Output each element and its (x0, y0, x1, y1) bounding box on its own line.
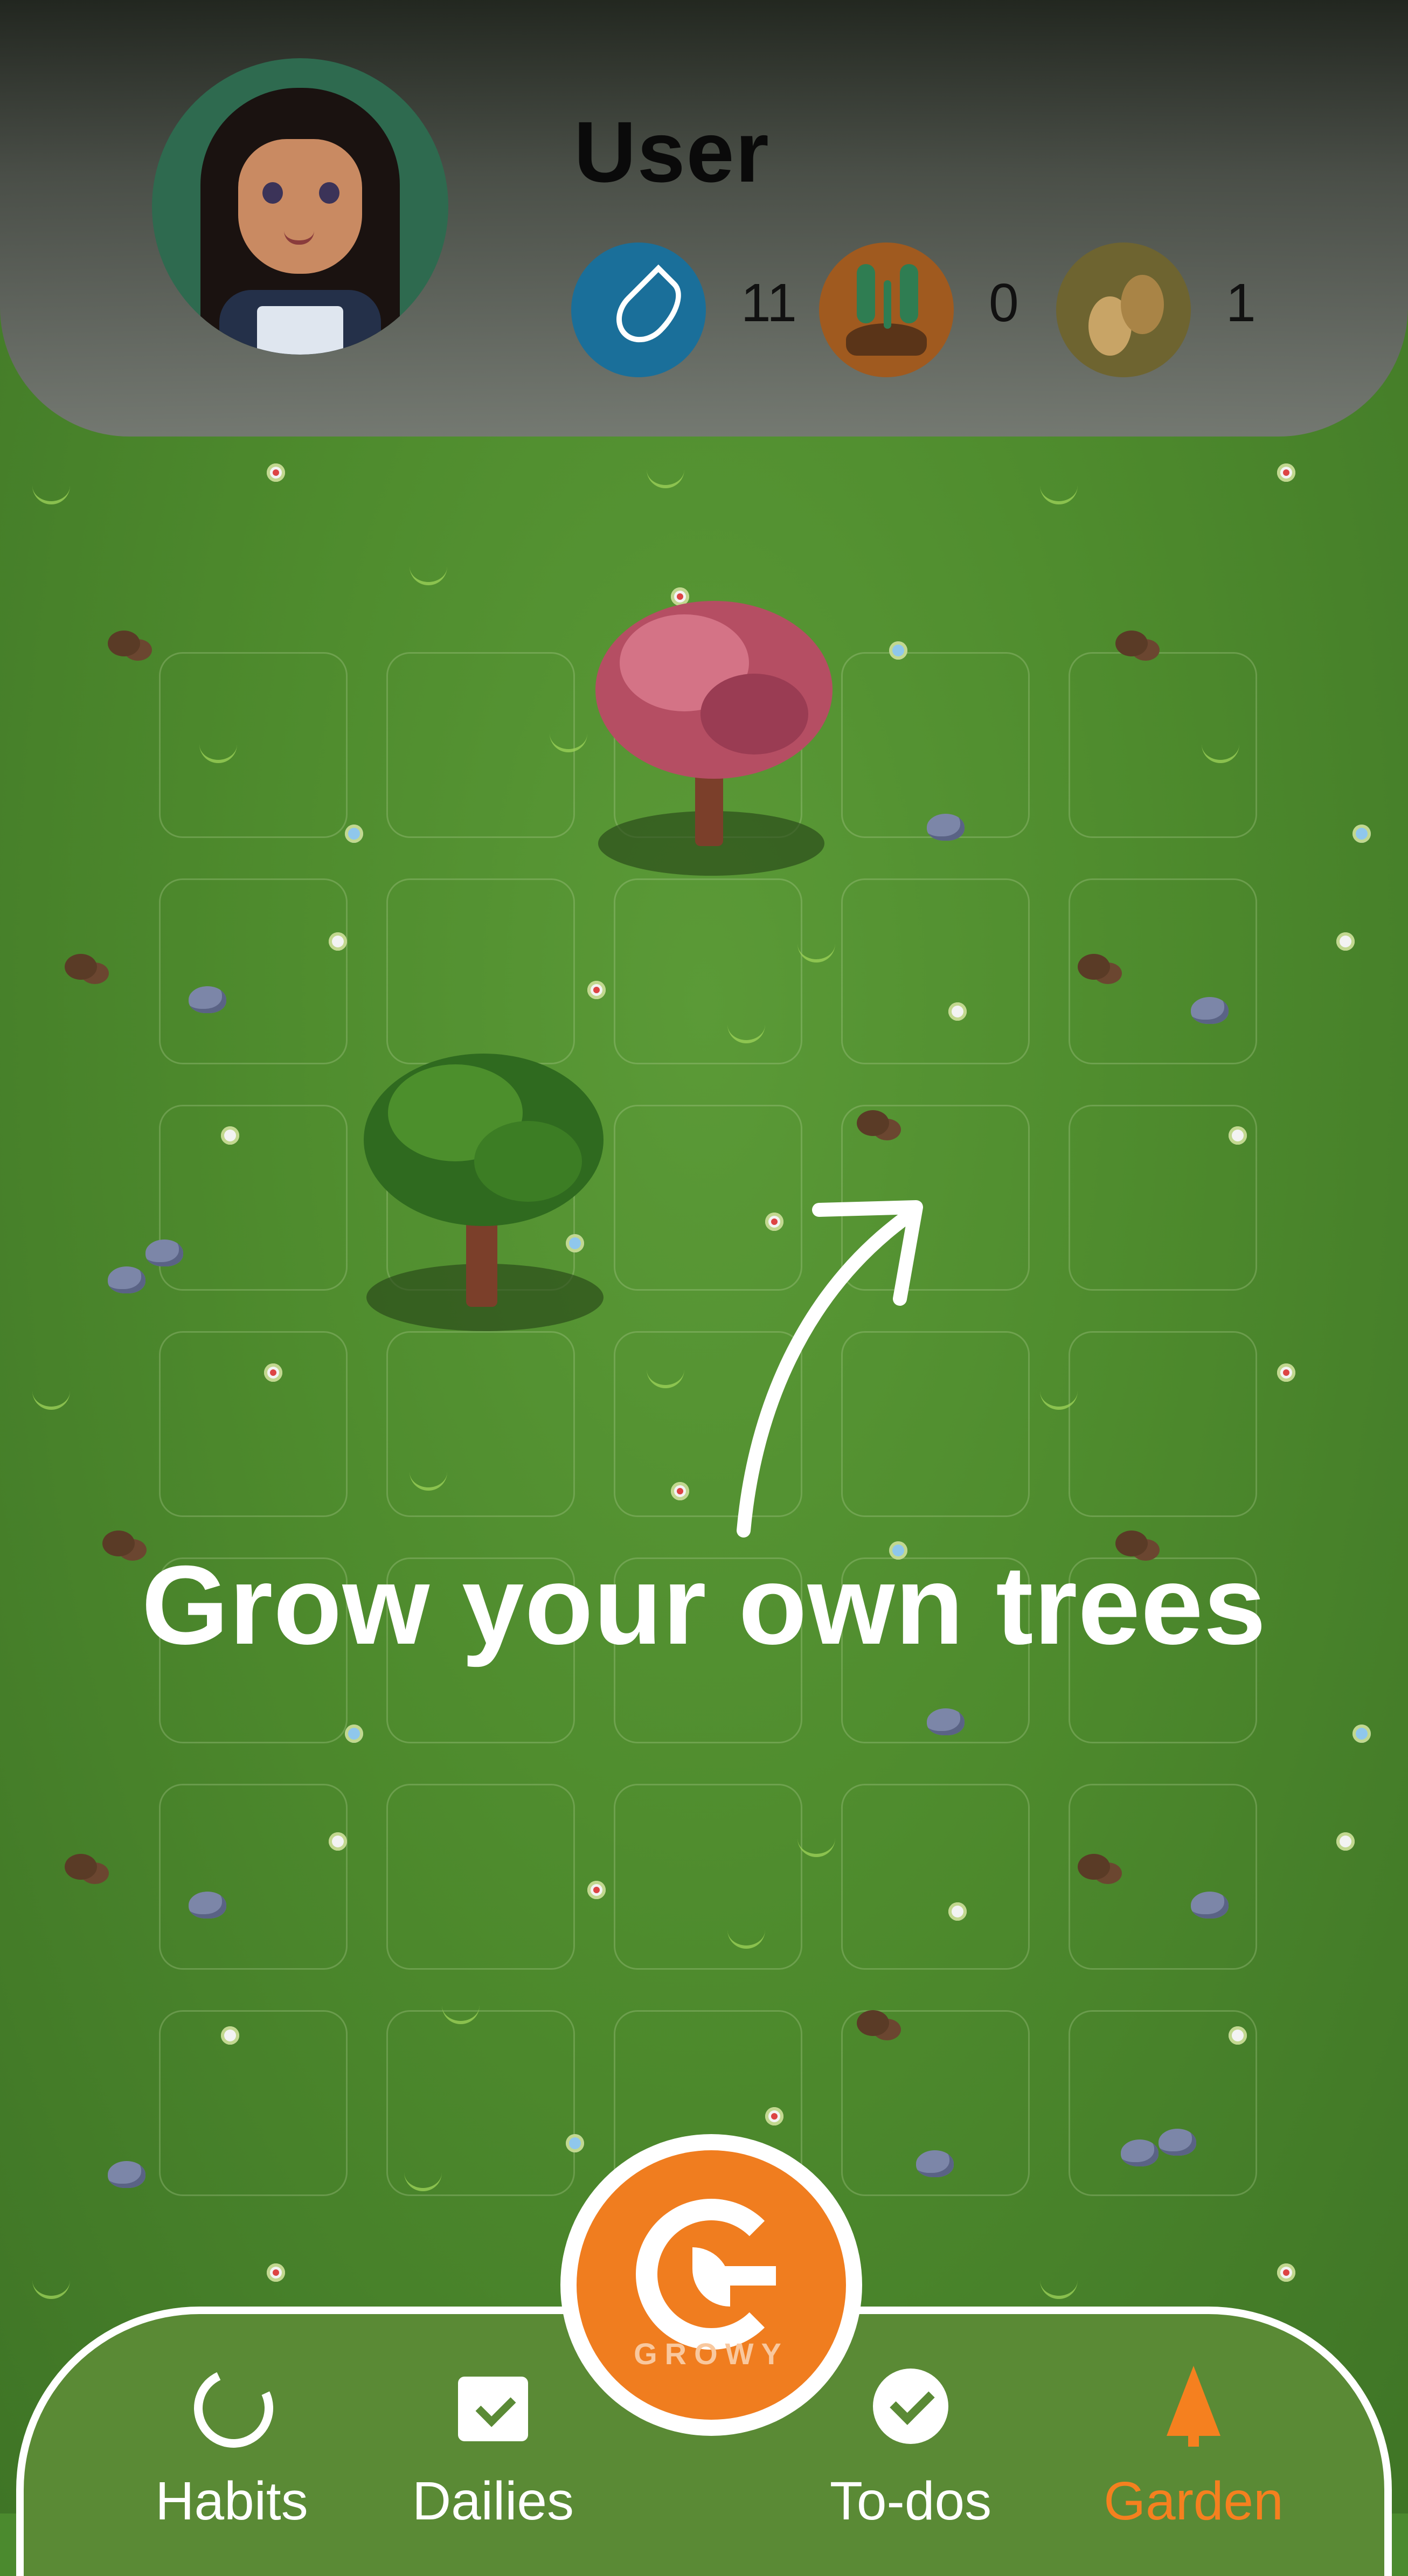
rock-decoration (916, 2150, 954, 2177)
garden-plot[interactable] (614, 1784, 802, 1970)
flower-decoration (345, 825, 363, 843)
mushroom-decoration (1078, 954, 1110, 980)
tree-icon (1153, 2366, 1234, 2447)
flower-decoration (264, 1363, 282, 1382)
rock-decoration (1191, 1892, 1229, 1919)
mushroom-decoration (108, 631, 140, 656)
mushroom-decoration (65, 954, 97, 980)
mushroom-decoration (857, 2010, 889, 2036)
flower-decoration (221, 2026, 239, 2045)
seeds-icon (1056, 243, 1191, 377)
rock-decoration (145, 1239, 183, 1266)
avatar[interactable] (152, 58, 448, 355)
flower-decoration (671, 1482, 689, 1500)
nav-todos[interactable]: To-dos (803, 2366, 1018, 2532)
garden-plot[interactable] (386, 1331, 575, 1517)
mushroom-decoration (65, 1854, 97, 1880)
flower-decoration (267, 2263, 285, 2282)
garden-plot[interactable] (841, 1784, 1030, 1970)
flower-decoration (948, 1902, 967, 1921)
rock-decoration (1159, 2129, 1196, 2156)
rock-decoration (927, 814, 965, 841)
flower-decoration (329, 932, 347, 951)
rock-decoration (189, 1892, 226, 1919)
garden-plot[interactable] (841, 878, 1030, 1064)
flower-decoration (1336, 1832, 1355, 1851)
flower-decoration (221, 1126, 239, 1145)
seedling-soil-icon (819, 243, 954, 377)
garden-plot[interactable] (386, 1784, 575, 1970)
flower-decoration (587, 981, 606, 999)
garden-plot[interactable] (159, 652, 348, 838)
flower-decoration (948, 1002, 967, 1021)
seeds-count: 1 (1226, 273, 1256, 333)
curved-arrow-icon (737, 1200, 923, 1538)
rock-decoration (1121, 2139, 1159, 2166)
rock-decoration (1191, 997, 1229, 1024)
flower-decoration (587, 1881, 606, 1899)
garden-plot[interactable] (386, 878, 575, 1064)
flower-decoration (566, 1234, 584, 1252)
garden-plot[interactable] (159, 1784, 348, 1970)
rock-decoration (927, 1708, 965, 1735)
flower-decoration (345, 1725, 363, 1743)
garden-plot[interactable] (159, 878, 348, 1064)
garden-plot[interactable] (159, 1105, 348, 1291)
flower-decoration (566, 2134, 584, 2152)
flower-decoration (1229, 2026, 1247, 2045)
flower-decoration (329, 1832, 347, 1851)
flower-decoration (1352, 1725, 1371, 1743)
garden-plot[interactable] (386, 2010, 575, 2196)
nav-garden[interactable]: Garden (1086, 2366, 1301, 2532)
flower-decoration (1277, 463, 1295, 482)
nav-dailies-label: Dailies (412, 2471, 574, 2531)
growy-brand-text: GROWY (634, 2337, 789, 2371)
username: User (574, 103, 770, 200)
rock-decoration (108, 1266, 145, 1293)
habits-ring-icon (191, 2366, 272, 2447)
nav-habits-label: Habits (155, 2471, 308, 2531)
mushroom-decoration (1115, 631, 1148, 656)
flower-decoration (889, 641, 907, 660)
flower-decoration (267, 463, 285, 482)
flower-decoration (1277, 2263, 1295, 2282)
nav-habits[interactable]: Habits (124, 2366, 339, 2532)
garden-plot[interactable] (386, 652, 575, 838)
garden-plot[interactable] (159, 1331, 348, 1517)
check-circle-icon (870, 2366, 951, 2447)
water-drop-icon (571, 243, 706, 377)
garden-plot-grid (159, 652, 1264, 2215)
rock-decoration (189, 986, 226, 1013)
flower-decoration (1277, 1363, 1295, 1382)
mushroom-decoration (1078, 1854, 1110, 1880)
garden-plot[interactable] (841, 652, 1030, 838)
mushroom-decoration (857, 1110, 889, 1136)
calendar-check-icon (453, 2366, 533, 2447)
garden-plot[interactable] (1069, 1331, 1257, 1517)
nav-dailies[interactable]: Dailies (385, 2366, 601, 2532)
garden-plot[interactable] (159, 2010, 348, 2196)
headline: Grow your own trees (141, 1543, 1267, 1668)
nav-todos-label: To-dos (829, 2471, 992, 2531)
rock-decoration (108, 2161, 145, 2188)
garden-plot[interactable] (614, 878, 802, 1064)
flower-decoration (765, 2107, 783, 2125)
flower-decoration (1229, 1126, 1247, 1145)
nav-garden-label: Garden (1104, 2471, 1284, 2531)
seedling-count: 0 (989, 273, 1019, 333)
water-count: 11 (741, 273, 797, 333)
flower-decoration (1352, 825, 1371, 843)
flower-decoration (1336, 932, 1355, 951)
